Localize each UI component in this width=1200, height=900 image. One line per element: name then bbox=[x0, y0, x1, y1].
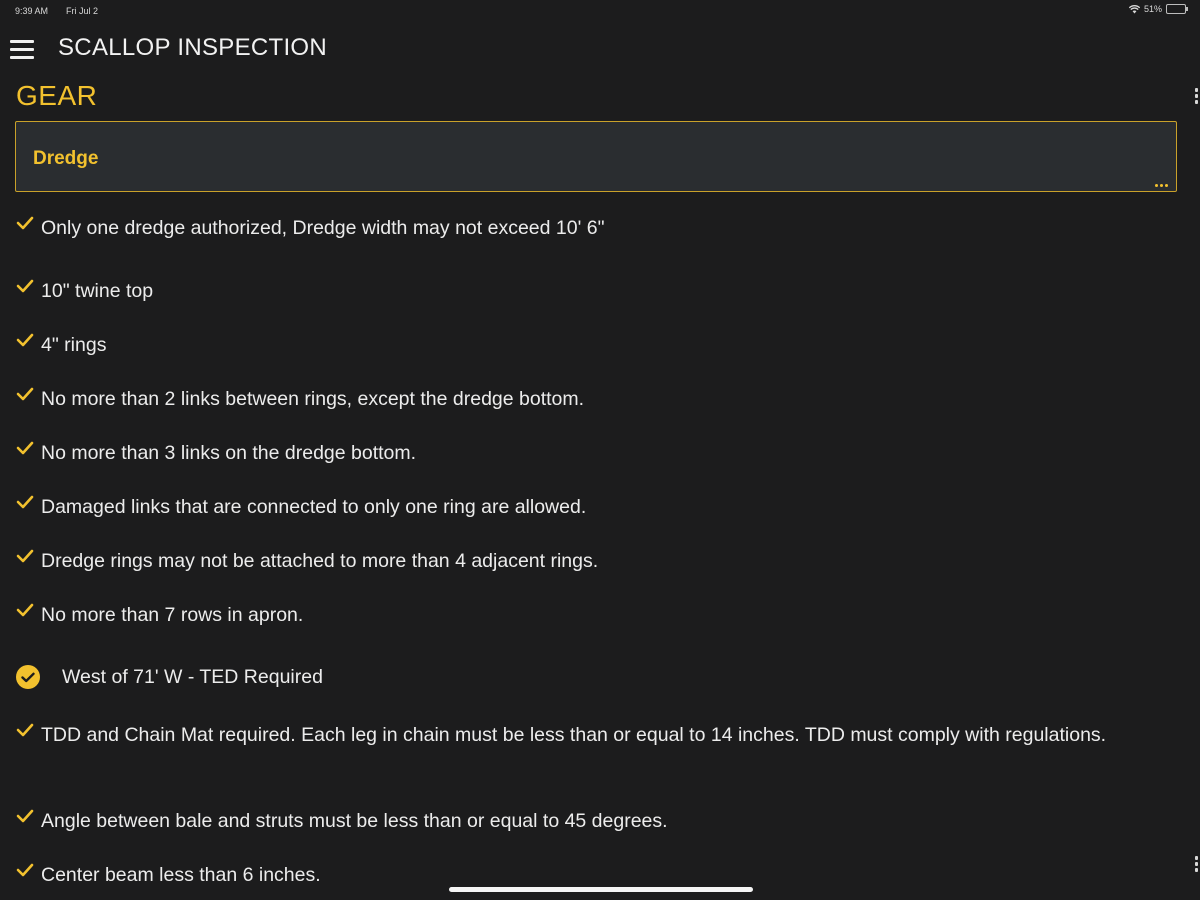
checkmark-icon bbox=[16, 545, 38, 577]
section-title-gear: GEAR bbox=[16, 80, 98, 111]
checkmark-icon bbox=[16, 491, 38, 523]
checklist-item: Angle between bale and struts must be le… bbox=[16, 805, 1126, 837]
checklist-item-text: 4" rings bbox=[41, 334, 107, 356]
checklist-item: 10" twine top bbox=[16, 275, 1126, 307]
checklist-item: Only one dredge authorized, Dredge width… bbox=[16, 212, 1126, 244]
page-title: SCALLOP INSPECTION bbox=[58, 34, 328, 61]
checklist-item: 4" rings bbox=[16, 329, 1126, 361]
status-bar: 9:39 AM Fri Jul 2 51% bbox=[0, 0, 1200, 22]
checklist-item-text: Angle between bale and struts must be le… bbox=[41, 810, 668, 832]
battery-percent: 51% bbox=[1143, 4, 1162, 14]
scroll-indicator-icon bbox=[1194, 856, 1198, 872]
hamburger-menu-icon[interactable] bbox=[10, 40, 34, 59]
ellipsis-icon[interactable] bbox=[1155, 184, 1168, 187]
checkmark-icon bbox=[16, 859, 38, 891]
checklist-item-text: No more than 3 links on the dredge botto… bbox=[41, 442, 417, 464]
checkmark-icon bbox=[16, 599, 38, 631]
gear-type-select[interactable]: Dredge bbox=[15, 121, 1177, 192]
checkmark-icon bbox=[16, 275, 38, 307]
checkmark-icon bbox=[16, 329, 38, 361]
checkmark-icon bbox=[16, 212, 38, 244]
checklist-item: Damaged links that are connected to only… bbox=[16, 491, 1126, 523]
app-header: SCALLOP INSPECTION bbox=[0, 30, 1200, 68]
checklist-item: No more than 3 links on the dredge botto… bbox=[16, 437, 1126, 469]
checklist-item-text: Only one dredge authorized, Dredge width… bbox=[41, 217, 605, 239]
checklist-item: No more than 2 links between rings, exce… bbox=[16, 383, 1126, 415]
gear-type-value: Dredge bbox=[33, 148, 99, 169]
checklist-item-text: Damaged links that are connected to only… bbox=[41, 496, 587, 518]
checklist-item-text: 10" twine top bbox=[41, 280, 154, 302]
status-date: Fri Jul 2 bbox=[66, 6, 99, 16]
scroll-indicator-icon bbox=[1194, 88, 1198, 104]
checkmark-icon bbox=[16, 719, 38, 751]
subsection-ted-required[interactable]: West of 71' W - TED Required bbox=[16, 665, 323, 689]
checklist-item-text: No more than 7 rows in apron. bbox=[41, 604, 304, 626]
checklist-item-text: No more than 2 links between rings, exce… bbox=[41, 388, 585, 410]
wifi-icon bbox=[1128, 4, 1140, 14]
status-indicators: 51% bbox=[1128, 4, 1188, 14]
checklist-item: TDD and Chain Mat required. Each leg in … bbox=[16, 719, 1126, 751]
checkmark-icon bbox=[16, 437, 38, 469]
circle-check-icon[interactable] bbox=[16, 665, 40, 689]
status-time: 9:39 AM bbox=[15, 6, 49, 16]
battery-icon bbox=[1166, 4, 1188, 14]
checklist-item-text: TDD and Chain Mat required. Each leg in … bbox=[41, 724, 1107, 746]
checkmark-icon bbox=[16, 805, 38, 837]
checklist-item: Dredge rings may not be attached to more… bbox=[16, 545, 1126, 577]
checklist-item-text: Dredge rings may not be attached to more… bbox=[41, 550, 599, 572]
checklist-item: No more than 7 rows in apron. bbox=[16, 599, 1126, 631]
subsection-title: West of 71' W - TED Required bbox=[62, 665, 323, 688]
checkmark-icon bbox=[16, 383, 38, 415]
home-indicator[interactable] bbox=[449, 887, 753, 892]
